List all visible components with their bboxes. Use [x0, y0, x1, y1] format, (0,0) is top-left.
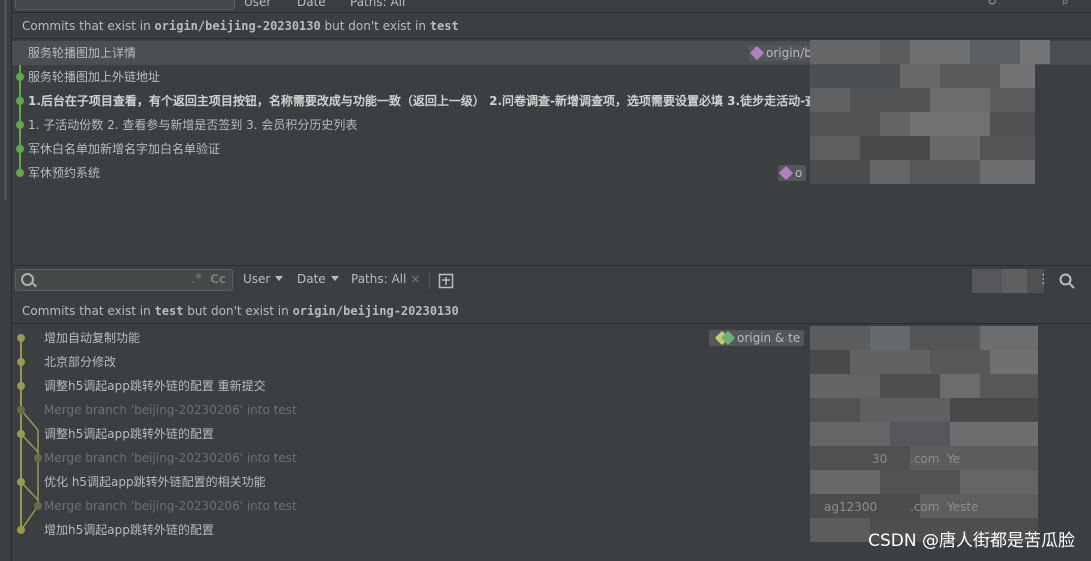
- panel1-header-prefix: Commits that exist in: [22, 19, 151, 33]
- commit-message: 增加自动复制功能: [44, 331, 141, 345]
- panel1-branch-a: origin/beijing-20230130: [154, 19, 321, 33]
- user-filter-label: User: [243, 272, 271, 286]
- commit-message: 军休预约系统: [28, 166, 101, 180]
- clear-paths-icon[interactable]: ×: [410, 272, 420, 286]
- blurred-fragment: Ye: [947, 452, 961, 466]
- more-options-icon[interactable]: ⋮: [1037, 272, 1050, 287]
- left-gutter: [0, 0, 12, 561]
- blurred-fragment: ag12300: [824, 500, 878, 514]
- panel2-header-middle: but don't exist in: [187, 304, 289, 318]
- toolbar-divider: [429, 272, 430, 290]
- search-icon: [21, 273, 34, 286]
- commit-message: 优化 h5调起app跳转外链配置的相关功能: [44, 475, 266, 489]
- commit-message: 1.后台在子项目查看，有个返回主项目按钮，名称需要改成与功能一致（返回上一级） …: [28, 94, 813, 108]
- blurred-fragment: Yeste: [947, 500, 979, 514]
- panel1-branch-b: test: [429, 19, 459, 33]
- match-case-icon[interactable]: Cc: [210, 272, 226, 286]
- tag-icon: [778, 165, 794, 181]
- branch-tag[interactable]: origin & te: [709, 330, 805, 346]
- branch-tag-label: origin & te: [737, 331, 801, 345]
- blurred-fragment: .com: [910, 500, 940, 514]
- commit-message: 服务轮播图加上外链地址: [28, 70, 161, 84]
- panel1-header-middle: but don't exist in: [324, 19, 426, 33]
- panel1-header: Commits that exist in origin/beijing-202…: [12, 13, 1091, 39]
- date-filter-dropdown[interactable]: Date: [297, 272, 339, 286]
- commit-message: Merge branch 'beijing-20230206' into tes…: [44, 451, 297, 465]
- branch-tag-label: o: [795, 166, 803, 180]
- commit-message: 增加h5调起app跳转外链的配置: [44, 523, 214, 537]
- tag-icon: [749, 45, 765, 61]
- blurred-fragment: .com: [910, 452, 940, 466]
- chevron-down-icon: [330, 276, 339, 281]
- commit-message: 1. 子活动份数 2. 查看参与新增是否签到 3. 会员积分历史列表: [28, 118, 358, 132]
- new-tab-icon[interactable]: [438, 273, 454, 289]
- commit-message: 服务轮播图加上详情: [28, 46, 137, 60]
- top-paths-filter[interactable]: Paths: All: [350, 0, 405, 9]
- date-filter-label: Date: [297, 272, 326, 286]
- commit-message: 调整h5调起app跳转外链的配置: [44, 427, 214, 441]
- panel1-blurred-author-date: [810, 40, 1050, 184]
- commit-message: 北京部分修改: [44, 355, 117, 369]
- commit-message: Merge branch 'beijing-20230206' into tes…: [44, 499, 297, 513]
- chevron-down-icon: [275, 276, 284, 281]
- top-search-box[interactable]: [15, 0, 235, 10]
- search-input[interactable]: .* Cc: [15, 269, 233, 291]
- branch-tag[interactable]: o: [778, 165, 807, 181]
- panel1-commit-list: 服务轮播图加上详情 origin/be 服务轮播图加上外链地址 1.后台在子项目…: [12, 40, 1091, 264]
- commit-message: Merge branch 'beijing-20230206' into tes…: [44, 403, 297, 417]
- panel2-filter-toolbar: .* Cc User Date Paths: All × ⋮: [12, 265, 1091, 296]
- top-refresh-icon[interactable]: ↻: [987, 0, 997, 8]
- commit-message: 调整h5调起app跳转外链的配置 重新提交: [44, 379, 266, 393]
- panel2-header-prefix: Commits that exist in: [22, 304, 151, 318]
- paths-filter[interactable]: Paths: All ×: [351, 272, 420, 286]
- panel2-header: Commits that exist in test but don't exi…: [12, 298, 1091, 324]
- gutter-marker: [4, 0, 7, 200]
- top-search-icon[interactable]: ⌕: [1062, 0, 1069, 9]
- commit-message: 军休白名单加新增名字加白名单验证: [28, 142, 221, 156]
- top-filter-toolbar: User Date Paths: All ↻ ⌕: [12, 0, 1091, 13]
- top-date-filter[interactable]: Date: [297, 0, 326, 9]
- toolbar-blurred-region: [972, 269, 1044, 293]
- top-user-filter[interactable]: User: [244, 0, 271, 9]
- csdn-watermark: CSDN @唐人街都是苦瓜脸: [868, 531, 1075, 551]
- regex-toggle-icon[interactable]: .*: [191, 272, 202, 287]
- paths-filter-label: Paths: All: [351, 272, 407, 286]
- panel2-branch-b: origin/beijing-20230130: [292, 304, 459, 318]
- panel2-branch-a: test: [154, 304, 184, 318]
- panel2-commit-list: 增加自动复制功能 origin & te 北京部分修改 调整h5调起app跳转外…: [12, 326, 1091, 546]
- blurred-fragment: 30: [872, 452, 888, 466]
- user-filter-dropdown[interactable]: User: [243, 272, 284, 286]
- search-icon[interactable]: [1059, 273, 1075, 289]
